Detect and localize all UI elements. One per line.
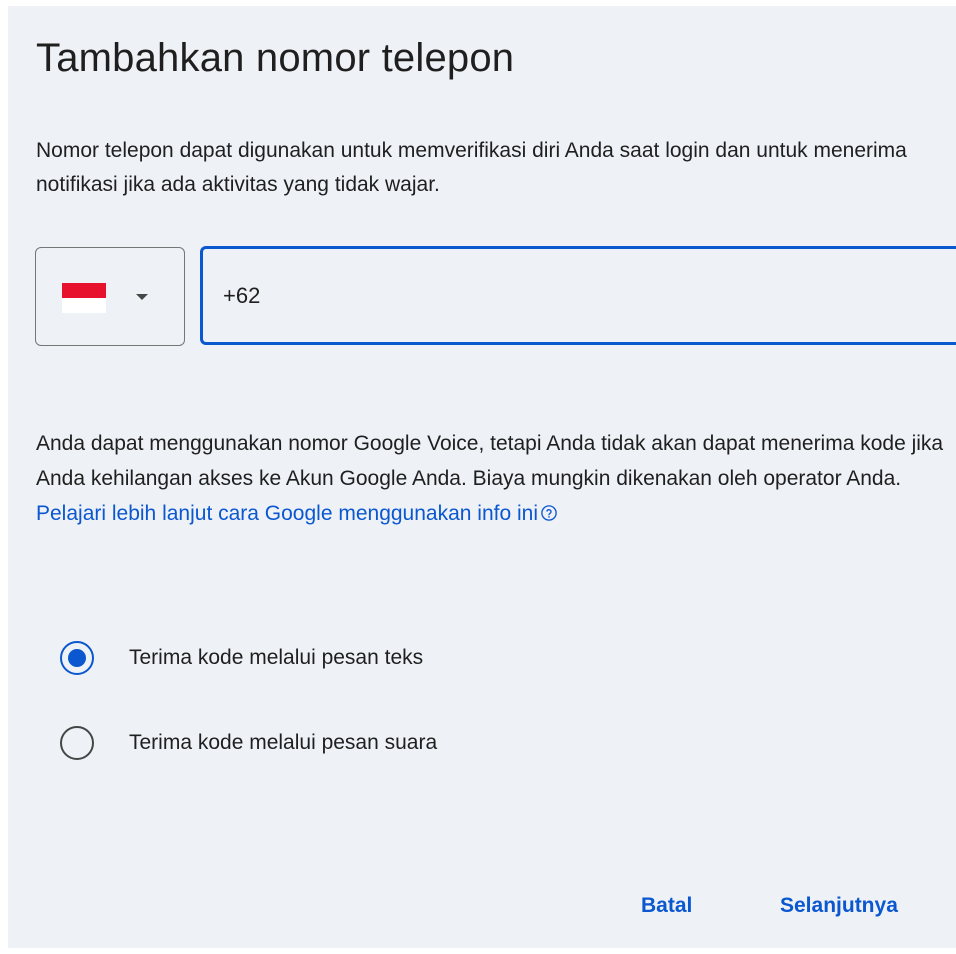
phone-number-field[interactable] [200,246,956,345]
dropdown-caret-icon [136,294,148,300]
cancel-button[interactable]: Batal [641,886,692,926]
radio-button-unselected[interactable] [60,726,94,760]
learn-more-link[interactable]: Pelajari lebih lanjut cara Google menggu… [36,502,538,525]
radio-button-selected[interactable] [60,641,94,675]
radio-label-text-message: Terima kode melalui pesan teks [129,646,424,669]
radio-option-voice-call[interactable]: Terima kode melalui pesan suara [60,723,437,763]
dialog-title: Tambahkan nomor telepon [36,36,515,80]
radio-option-text-message[interactable]: Terima kode melalui pesan teks [60,638,423,678]
google-voice-notice: Anda dapat menggunakan nomor Google Voic… [36,426,956,531]
country-code-select[interactable] [35,247,185,346]
dialog-description: Nomor telepon dapat digunakan untuk memv… [36,139,907,196]
next-button[interactable]: Selanjutnya [780,886,898,926]
notice-text: Anda dapat menggunakan nomor Google Voic… [36,432,944,490]
add-phone-dialog: Tambahkan nomor telepon Nomor telepon da… [8,6,956,948]
help-circle-icon[interactable] [540,504,558,522]
indonesia-flag-icon [62,283,106,313]
radio-label-voice-call: Terima kode melalui pesan suara [129,731,438,754]
phone-number-input[interactable] [223,277,923,315]
